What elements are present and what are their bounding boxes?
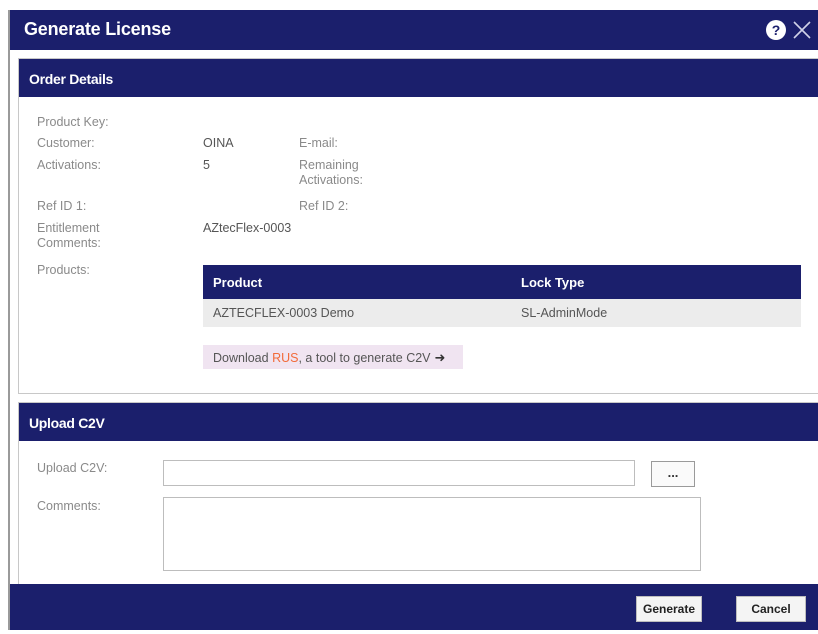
ref-id2-label: Ref ID 2: (299, 199, 349, 213)
download-prefix: Download (213, 351, 273, 365)
order-details-header: Order Details (19, 59, 818, 97)
entitlement-comments-label-line2: Comments: (37, 236, 101, 250)
products-table: Product Lock Type AZTECFLEX-0003 Demo SL… (203, 265, 801, 327)
email-label: E-mail: (299, 136, 338, 150)
download-rus-link[interactable]: Download RUS, a tool to generate C2V ➜ (203, 345, 463, 369)
remaining-activations-label: Remaining Activations: (299, 158, 363, 188)
dialog-titlebar: Generate License ? (10, 10, 818, 50)
column-header-product[interactable]: Product (213, 275, 262, 290)
remaining-activations-label-line2: Activations: (299, 173, 363, 187)
upload-c2v-input[interactable] (163, 460, 635, 486)
activations-label: Activations: (37, 158, 101, 172)
product-key-label: Product Key: (37, 115, 109, 129)
customer-value: OINA (203, 136, 234, 150)
order-details-panel: Order Details Product Key: Customer: OIN… (18, 58, 818, 394)
remaining-activations-label-line1: Remaining (299, 158, 359, 172)
products-table-header: Product Lock Type (203, 265, 801, 299)
comments-label: Comments: (37, 499, 101, 513)
comments-textarea[interactable] (163, 497, 701, 571)
browse-button[interactable]: ... (651, 461, 695, 487)
close-icon[interactable] (792, 20, 812, 40)
table-row[interactable]: AZTECFLEX-0003 Demo SL-AdminMode (203, 299, 801, 327)
table-cell-product: AZTECFLEX-0003 Demo (213, 306, 355, 320)
entitlement-comments-value: AZtecFlex-0003 (203, 221, 292, 235)
dialog-footer: Generate Cancel (10, 584, 818, 630)
upload-c2v-panel: Upload C2V Upload C2V: ... Comments: (18, 402, 818, 592)
download-suffix: , a tool to generate C2V (298, 351, 431, 365)
customer-label: Customer: (37, 136, 95, 150)
products-label: Products: (37, 263, 90, 277)
upload-c2v-label: Upload C2V: (37, 461, 108, 475)
column-header-lock-type[interactable]: Lock Type (521, 275, 584, 290)
generate-button[interactable]: Generate (636, 596, 702, 622)
entitlement-comments-label-line1: Entitlement (37, 221, 100, 235)
generate-license-dialog: Generate License ? Order Details Product… (8, 10, 818, 630)
dialog-title: Generate License (24, 19, 171, 39)
arrow-right-icon: ➜ (434, 350, 446, 365)
upload-c2v-header: Upload C2V (19, 403, 818, 441)
rus-link[interactable]: RUS (272, 351, 298, 365)
entitlement-comments-label: Entitlement Comments: (37, 221, 101, 251)
table-cell-lock-type: SL-AdminMode (521, 306, 608, 320)
help-circle-icon[interactable]: ? (766, 20, 786, 40)
ref-id1-label: Ref ID 1: (37, 199, 87, 213)
cancel-button[interactable]: Cancel (736, 596, 806, 622)
activations-value: 5 (203, 158, 210, 172)
